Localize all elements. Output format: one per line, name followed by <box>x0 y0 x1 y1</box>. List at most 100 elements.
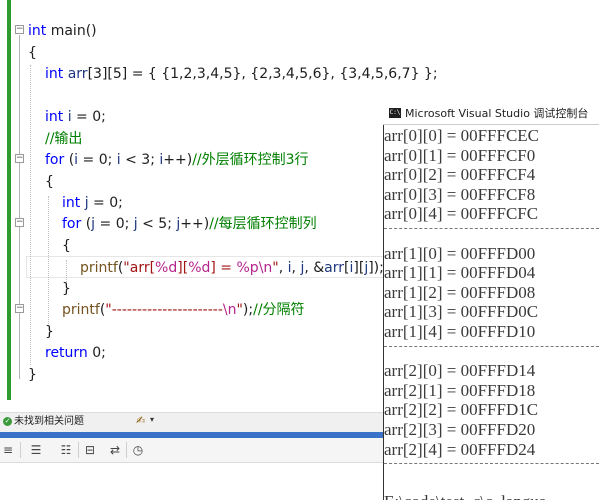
code-line[interactable]: } <box>28 364 37 386</box>
code-token: %d <box>155 260 178 276</box>
align-left-icon[interactable]: ☰ <box>28 442 44 458</box>
code-token: \n <box>258 260 273 276</box>
code-token: int <box>45 66 64 82</box>
console-separator <box>384 345 599 347</box>
output-pane[interactable] <box>0 463 384 500</box>
console-line: arr[1][4] = 00FFFD10 <box>384 322 536 341</box>
code-token: int <box>62 195 81 211</box>
fold-toggle-main[interactable]: − <box>15 25 24 34</box>
code-line[interactable]: } <box>45 321 54 343</box>
code-token: ][ <box>177 260 189 276</box>
console-line: arr[2][1] = 00FFFD18 <box>384 380 536 400</box>
code-token: return <box>45 345 88 361</box>
code-token: int <box>45 109 64 125</box>
console-line: arr[1][0] = 00FFFD00 <box>384 243 536 263</box>
indent-guide <box>30 65 32 365</box>
console-line: arr[0][3] = 00FFFCF8 <box>384 184 536 204</box>
console-separator <box>384 228 599 229</box>
code-line[interactable]: printf("----------------------\n");//分隔符 <box>62 299 305 321</box>
code-line[interactable]: printf("arr[%d][%d] = %p\n", i, j, &arr[… <box>80 257 384 279</box>
code-token: ); <box>242 302 254 318</box>
console-line: arr[2][2] = 00FFFD1C <box>384 400 539 420</box>
brush-icon[interactable]: ✍ <box>136 414 145 427</box>
toolbar-divider <box>126 442 127 458</box>
code-line[interactable]: { <box>45 171 54 193</box>
code-token: "arr[ <box>123 260 156 276</box>
code-token: for <box>45 152 65 168</box>
indent-guide <box>48 196 50 324</box>
console-line: arr[1][2] = 00FFFD08 <box>384 282 536 302</box>
code-token: %d <box>188 260 211 276</box>
code-token: int <box>28 23 47 39</box>
code-token: printf <box>62 302 100 318</box>
code-token: < 5; <box>137 216 177 232</box>
toolbar-divider <box>20 442 21 458</box>
code-token: main() <box>46 23 97 39</box>
code-line[interactable]: for (i = 0; i < 3; i++)//外层循环控制3行 <box>45 149 309 171</box>
align-right-icon[interactable]: ☷ <box>58 442 74 458</box>
console-line: arr[0][1] = 00FFFCF0 <box>384 145 536 165</box>
code-token: ( <box>81 216 92 232</box>
code-token: = 0; <box>78 152 117 168</box>
code-token: } <box>28 367 37 383</box>
code-token: ++) <box>163 152 193 168</box>
code-line[interactable]: } <box>62 278 71 300</box>
code-line[interactable]: { <box>28 42 37 64</box>
chevron-down-icon[interactable]: ▾ <box>150 415 154 424</box>
code-line[interactable]: { <box>62 235 71 257</box>
code-token: //输出 <box>45 131 83 147</box>
code-line[interactable]: int main() <box>28 20 97 42</box>
fold-toggle-inner-for[interactable]: − <box>15 218 24 227</box>
code-line[interactable]: //输出 <box>45 128 82 150</box>
code-token: //外层循环控制3行 <box>192 152 309 168</box>
code-token: ++) <box>180 216 210 232</box>
code-line[interactable]: int i = 0; <box>45 106 106 128</box>
code-token: = 0; <box>88 195 123 211</box>
code-token: } <box>62 281 71 297</box>
console-line: arr[0][4] = 00FFFCFC <box>384 204 539 224</box>
console-line: arr[2][3] = 00FFFD20 <box>384 420 536 439</box>
fold-guide-main <box>19 35 20 379</box>
console-output[interactable]: arr[0][0] = 00FFFCEC arr[0][1] = 00FFFCF0… <box>384 125 599 500</box>
fold-toggle-printf[interactable]: − <box>15 304 24 313</box>
code-token: ] = <box>210 260 237 276</box>
change-tracking-bar <box>7 0 11 400</box>
code-line[interactable]: for (j = 0; j < 5; j++)//每层循环控制列 <box>62 213 317 235</box>
code-token: { <box>28 45 37 61</box>
code-token: //每层循环控制列 <box>209 216 317 232</box>
console-app-icon: C:\ <box>389 108 401 118</box>
code-token: %p <box>236 260 259 276</box>
console-prompt: E:\code\test_c\c_langua <box>384 492 546 500</box>
clear-all-icon[interactable]: ⊟ <box>82 442 98 458</box>
console-line: arr[0][0] = 00FFFCEC <box>384 126 540 145</box>
code-token: printf <box>80 260 118 276</box>
clear-icon[interactable]: ≡ <box>0 442 16 458</box>
code-token: , <box>278 260 288 276</box>
code-token: [3][5] = { {1,2,3,4,5}, {2,3,4,5,6}, {3,… <box>87 66 438 82</box>
console-line: arr[1][1] = 00FFFD04 <box>384 263 536 283</box>
code-token: = 0; <box>95 216 134 232</box>
word-wrap-icon[interactable]: ⇄ <box>107 442 123 458</box>
code-token: 0; <box>87 345 106 361</box>
fold-toggle-outer-for[interactable]: − <box>15 154 24 163</box>
code-token: //分隔符 <box>253 302 305 318</box>
code-token: { <box>62 238 71 254</box>
code-line[interactable]: int arr[3][5] = { {1,2,3,4,5}, {2,3,4,5,… <box>45 63 438 85</box>
check-icon: ✓ <box>3 417 12 426</box>
code-token: ]); <box>368 260 384 276</box>
code-token: for <box>62 216 82 232</box>
issues-status-text[interactable]: 未找到相关问题 <box>14 414 84 430</box>
code-token: arr <box>67 66 88 82</box>
code-token: { <box>45 174 54 190</box>
code-token: ( <box>64 152 75 168</box>
console-separator <box>384 463 599 465</box>
clock-icon[interactable]: ◷ <box>130 442 146 458</box>
code-token: "---------------------- <box>105 302 223 318</box>
code-line[interactable]: int j = 0; <box>62 192 123 214</box>
code-token: , & <box>304 260 325 276</box>
code-token: < 3; <box>120 152 160 168</box>
toolbar-divider <box>78 442 79 458</box>
code-token: \n <box>222 302 237 318</box>
code-token: arr <box>324 260 345 276</box>
code-line[interactable]: return 0; <box>45 342 106 364</box>
